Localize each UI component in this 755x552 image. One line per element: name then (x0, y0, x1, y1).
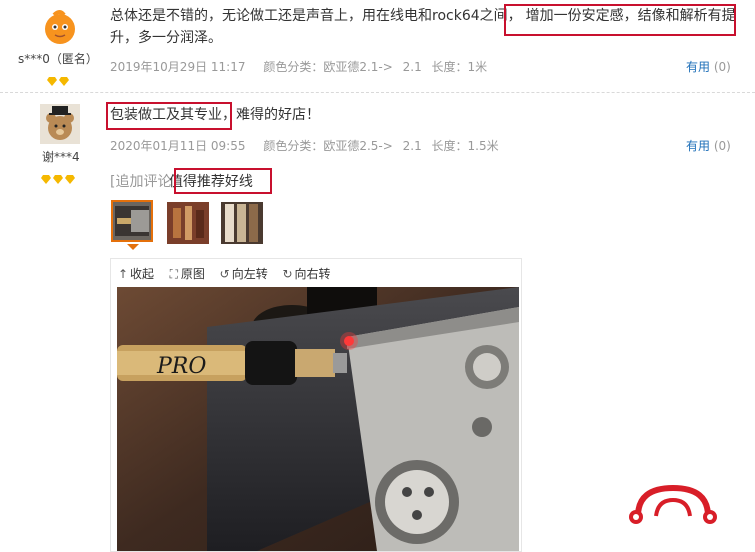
useful-count: (0) (713, 60, 731, 74)
original-image-button[interactable]: ⛶ 原图 (168, 265, 205, 282)
review-text-part: 升，多一分润泽。 (110, 30, 222, 46)
review-image-thumbnail[interactable] (221, 202, 263, 244)
user-level-icon (47, 71, 71, 86)
avatar[interactable] (40, 104, 80, 144)
gem-icon (47, 77, 57, 86)
expand-icon: ⛶ (169, 267, 179, 281)
avatar[interactable] (40, 7, 80, 47)
photo-label: PRO (156, 354, 206, 379)
useful-button[interactable]: 有用 (0) (686, 137, 731, 154)
length-label: 长度：1.5米 (431, 139, 499, 153)
rotate-right-label: 向右转 (294, 267, 331, 281)
rotate-right-button[interactable]: ↻ 向右转 (282, 265, 331, 282)
review-text-part: 总体还是不错的，无论做工还是声音上，用在线电和rock64之间， (110, 8, 522, 24)
collapse-label: 收起 (130, 267, 155, 281)
length-label: 长度：1米 (431, 60, 488, 74)
useful-label[interactable]: 有用 (686, 139, 710, 153)
user-level-icon (41, 169, 77, 184)
review-date: 2019年10月29日 11:17 (110, 60, 246, 74)
selected-pointer (127, 244, 139, 250)
username: s***0（匿名） (18, 52, 98, 66)
length-value: 2.1 (402, 60, 422, 74)
highlight-frame (174, 168, 272, 194)
review-image-thumbnail[interactable] (167, 202, 209, 244)
highlight-frame (504, 4, 736, 36)
review-meta: 2020年01月11日 09:55 颜色分类：欧亚德2.5-> 2.1 长度：1… (110, 137, 513, 154)
rotate-left-label: 向左转 (231, 267, 268, 281)
gem-icon (53, 175, 63, 184)
rotate-left-button[interactable]: ↺ 向左转 (219, 265, 268, 282)
review-image-thumbnail[interactable] (111, 200, 153, 242)
rotate-left-icon: ↺ (219, 267, 230, 281)
username: 谢***4 (42, 150, 80, 164)
color-category: 颜色分类：欧亚德2.1-> (263, 60, 393, 74)
viewer-toolbar: ↑ 收起 ⛶ 原图 ↺ 向左转 ↻ 向右转 (117, 265, 341, 282)
review-meta: 2019年10月29日 11:17 颜色分类：欧亚德2.1-> 2.1 长度：1… (110, 58, 501, 75)
original-label: 原图 (180, 267, 205, 281)
gem-icon (41, 175, 51, 184)
review-text-part: ，难得的好店！ (222, 107, 320, 123)
useful-button[interactable]: 有用 (0) (686, 58, 731, 75)
color-category: 颜色分类：欧亚德2.5-> (263, 139, 393, 153)
review-photo: PRO (117, 287, 519, 551)
length-value: 2.1 (402, 139, 422, 153)
useful-count: (0) (713, 139, 731, 153)
gem-icon (59, 77, 69, 86)
collapse-button[interactable]: ↑ 收起 (117, 265, 154, 282)
review-date: 2020年01月11日 09:55 (110, 139, 246, 153)
gem-icon (65, 175, 75, 184)
append-label: [追加评论] (110, 174, 177, 190)
useful-label[interactable]: 有用 (686, 60, 710, 74)
arrow-up-icon: ↑ (117, 267, 129, 281)
highlight-frame (106, 102, 232, 130)
image-viewer: ↑ 收起 ⛶ 原图 ↺ 向左转 ↻ 向右转 PRO (110, 258, 522, 552)
rotate-right-icon: ↻ (282, 267, 293, 281)
headphone-logo-icon (626, 484, 720, 528)
review-item: s***0（匿名） 总体还是不错的，无论做工还是声音上，用在线电和rock64之… (0, 0, 755, 93)
